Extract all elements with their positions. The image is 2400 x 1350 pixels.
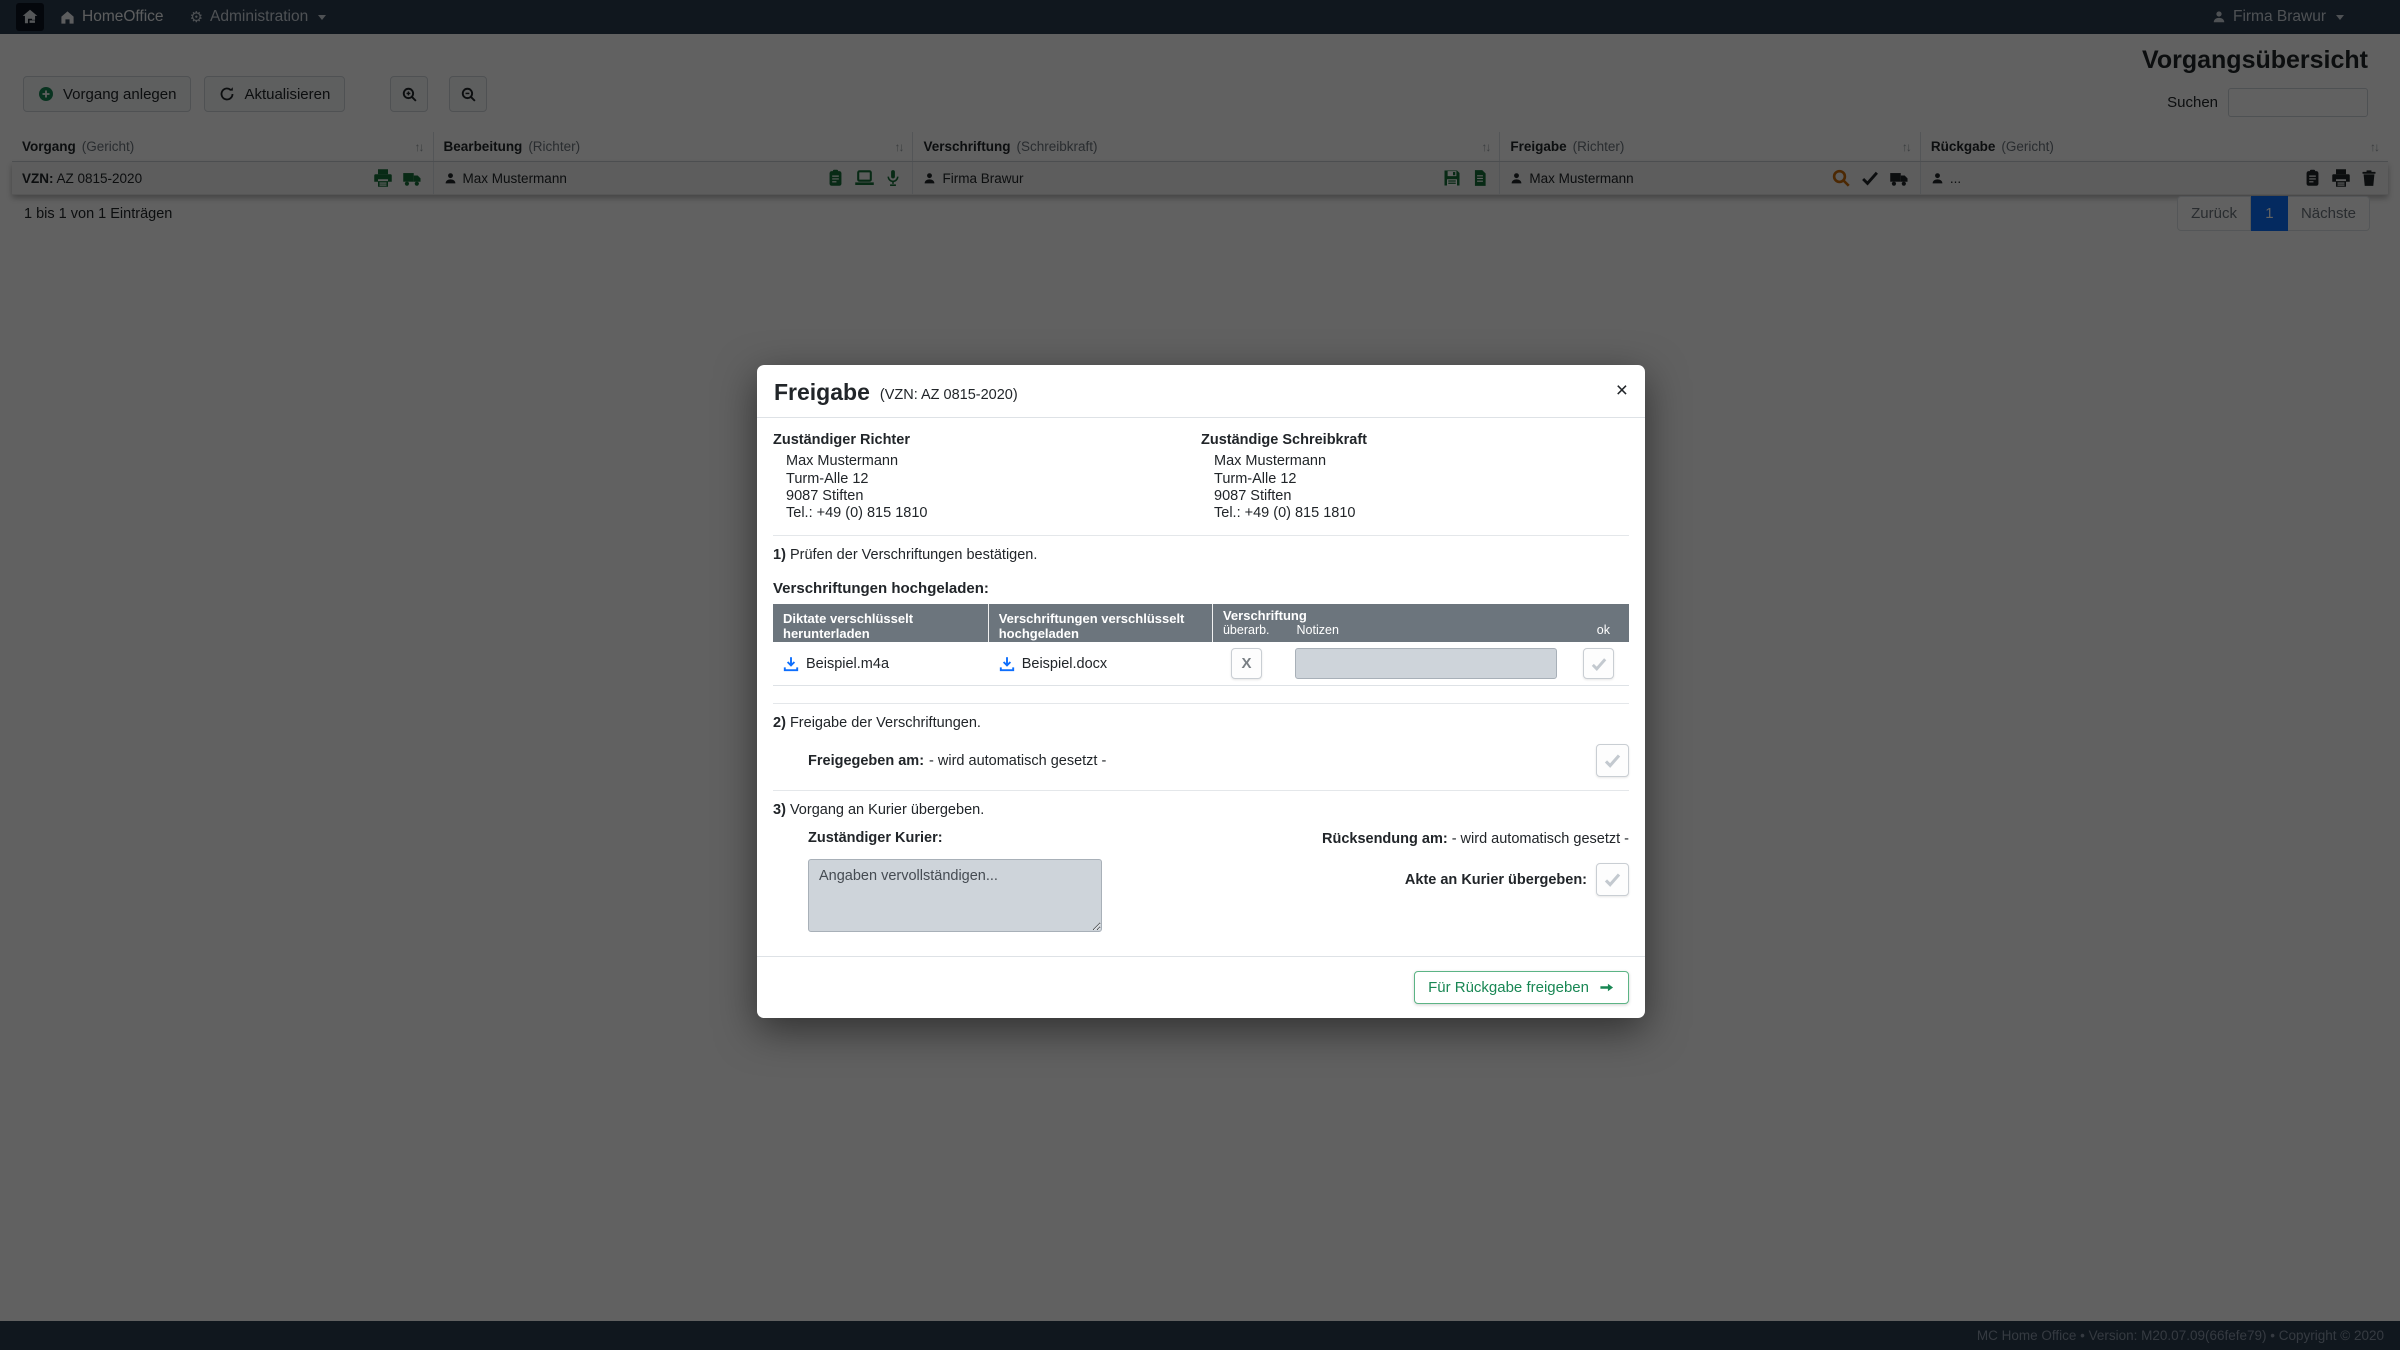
notes-input[interactable]	[1295, 648, 1557, 679]
step2-text: 2) Freigabe der Verschriftungen.	[773, 715, 1629, 731]
confirm-freigabe-button[interactable]	[1596, 744, 1629, 777]
header-verschriftung-group: Verschriftung überarb. Notizen ok	[1213, 604, 1629, 642]
step2-label: Freigabe der Verschriftungen.	[790, 715, 981, 731]
header-notizen: Notizen	[1297, 623, 1339, 637]
freigegeben-am-value: - wird automatisch gesetzt -	[929, 753, 1106, 769]
header-verschriftung: Verschriftung	[1223, 608, 1619, 623]
step1-number: 1)	[773, 547, 786, 563]
upload-table-header: Diktate verschlüsselt herunterladen Vers…	[773, 604, 1629, 642]
richter-city: 9087 Stiften	[786, 488, 1201, 505]
step3-label: Vorgang an Kurier übergeben.	[790, 802, 984, 818]
akte-uebergeben-button[interactable]	[1596, 863, 1629, 896]
modal-subtitle: (VZN: AZ 0815-2020)	[880, 380, 1018, 403]
transcript-file-cell: Beispiel.docx	[989, 656, 1213, 672]
richter-contact: Zuständiger Richter Max Mustermann Turm-…	[773, 432, 1201, 522]
close-icon[interactable]: ×	[1616, 380, 1628, 401]
ruecksendung-value: - wird automatisch gesetzt -	[1452, 831, 1629, 847]
transcript-file-link[interactable]: Beispiel.docx	[1022, 656, 1107, 672]
step1-text: 1) Prüfen der Verschriftungen bestätigen…	[773, 547, 1629, 563]
header-ok: ok	[1597, 623, 1619, 637]
upload-table-row: Beispiel.m4a Beispiel.docx X	[773, 642, 1629, 686]
richter-heading: Zuständiger Richter	[773, 432, 1201, 448]
review-cell: X	[1213, 648, 1629, 679]
kurier-textarea[interactable]	[808, 859, 1102, 932]
schreibkraft-heading: Zuständige Schreibkraft	[1201, 432, 1629, 448]
modal-header: Freigabe (VZN: AZ 0815-2020) ×	[757, 365, 1645, 418]
schreibkraft-phone: Tel.: +49 (0) 815 1810	[1214, 505, 1629, 522]
download-icon[interactable]	[783, 656, 799, 672]
submit-label: Für Rückgabe freigeben	[1428, 979, 1589, 996]
akte-label: Akte an Kurier übergeben:	[1405, 872, 1587, 888]
kurier-label: Zuständiger Kurier:	[773, 830, 1218, 846]
richter-phone: Tel.: +49 (0) 815 1810	[786, 505, 1201, 522]
contacts-block: Zuständiger Richter Max Mustermann Turm-…	[773, 432, 1629, 522]
header-ueberarb: überarb.	[1223, 623, 1270, 637]
schreibkraft-contact: Zuständige Schreibkraft Max Mustermann T…	[1201, 432, 1629, 522]
modal-footer: Für Rückgabe freigeben	[757, 956, 1645, 1018]
richter-street: Turm-Alle 12	[786, 471, 1201, 488]
freigegeben-am-label: Freigegeben am:	[808, 753, 924, 769]
modal-title: Freigabe	[774, 380, 870, 405]
header-verschriftungen: Verschriftungen verschlüsselt hochgelade…	[989, 604, 1213, 642]
arrow-right-icon	[1598, 980, 1615, 995]
approve-transcript-button[interactable]	[1583, 648, 1614, 679]
submit-rueckgabe-button[interactable]: Für Rückgabe freigeben	[1414, 971, 1629, 1004]
step3-text: 3) Vorgang an Kurier übergeben.	[773, 802, 1629, 818]
upload-heading: Verschriftungen hochgeladen:	[773, 580, 1629, 597]
ruecksendung-label: Rücksendung am:	[1322, 831, 1448, 847]
dictation-file-link[interactable]: Beispiel.m4a	[806, 656, 889, 672]
step3-number: 3)	[773, 802, 786, 818]
step1-label: Prüfen der Verschriftungen bestätigen.	[790, 547, 1037, 563]
schreibkraft-street: Turm-Alle 12	[1214, 471, 1629, 488]
download-icon[interactable]	[999, 656, 1015, 672]
kurier-block: Zuständiger Kurier: Rücksendung am: - wi…	[773, 830, 1629, 940]
reject-button[interactable]: X	[1231, 648, 1262, 679]
step2-number: 2)	[773, 715, 786, 731]
header-diktate: Diktate verschlüsselt herunterladen	[773, 604, 989, 642]
richter-name: Max Mustermann	[786, 453, 1201, 470]
freigabe-modal: Freigabe (VZN: AZ 0815-2020) × Zuständig…	[757, 365, 1645, 1018]
schreibkraft-name: Max Mustermann	[1214, 453, 1629, 470]
schreibkraft-city: 9087 Stiften	[1214, 488, 1629, 505]
modal-body: Zuständiger Richter Max Mustermann Turm-…	[757, 418, 1645, 944]
dictation-file-cell: Beispiel.m4a	[773, 656, 989, 672]
freigabe-row: Freigegeben am: - wird automatisch geset…	[773, 744, 1629, 777]
